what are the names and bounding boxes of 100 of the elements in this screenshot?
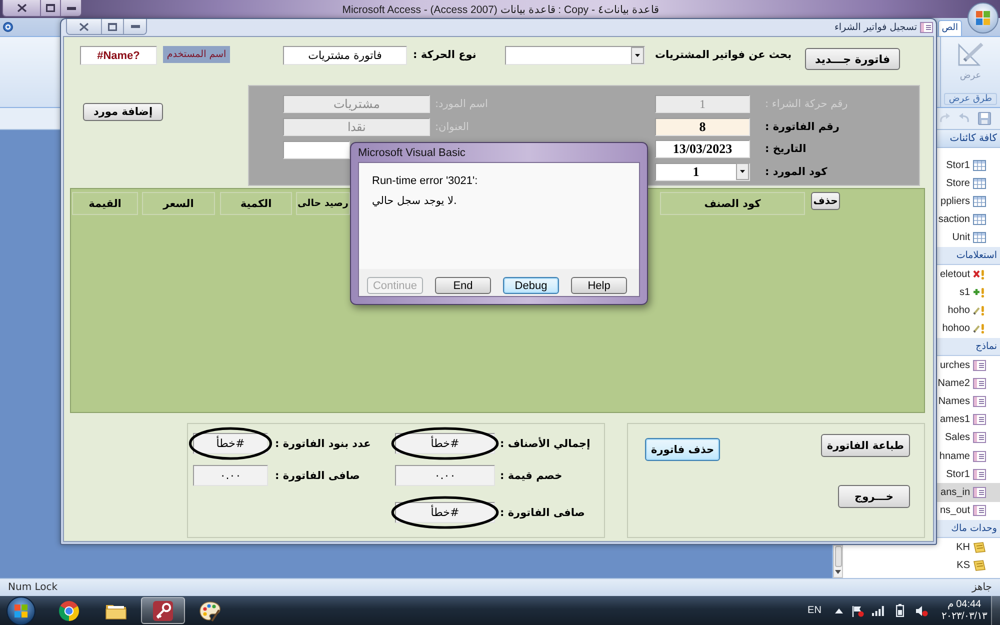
field-label: بحث عن فواتير المشتريات — [655, 48, 792, 63]
transaction-type-field[interactable]: فاتورة مشتريات — [283, 46, 407, 65]
column-header: السعر — [142, 192, 215, 215]
close-button[interactable] — [3, 0, 41, 16]
close-icon — [79, 22, 89, 30]
close-button[interactable] — [67, 19, 102, 34]
scrollbar[interactable] — [833, 545, 843, 578]
nav-item[interactable]: ames1 — [937, 410, 1000, 429]
taskbar-app[interactable] — [141, 597, 185, 624]
window-title: Microsoft Access - (Access 2007) قاعدة بيانات : Copy - قاعدة بيانات٤ — [342, 2, 659, 16]
nav-item[interactable]: Stor1 — [937, 156, 1000, 174]
battery-icon[interactable] — [896, 604, 904, 617]
table-icon — [973, 196, 986, 207]
table-icon — [973, 178, 986, 189]
flag-icon[interactable] — [852, 604, 864, 616]
form-icon — [973, 432, 986, 444]
dialog-button[interactable]: End — [435, 277, 491, 294]
restore-icon — [108, 22, 117, 30]
nav-item[interactable]: KS — [937, 556, 1000, 574]
signal-icon[interactable] — [872, 606, 884, 616]
form-action-button[interactable]: طباعة الفاتورة — [820, 434, 910, 457]
caret-icon[interactable] — [736, 163, 749, 180]
nav-item[interactable]: hoho — [937, 302, 1000, 320]
field-label: رقم الفاتورة : — [765, 120, 840, 135]
delete-row-button[interactable]: حذف — [811, 192, 840, 210]
status-text: Num Lock — [8, 582, 58, 593]
ruler-pencil-icon — [956, 41, 986, 67]
column-header: الكمية — [220, 192, 292, 215]
add-supplier-button[interactable]: إضافة مورد — [83, 103, 163, 121]
text-field[interactable]: 13/03/2023 — [655, 140, 750, 158]
text-field[interactable]: ٠.٠٠ — [395, 465, 495, 486]
status-text: جاهز — [972, 582, 992, 593]
chevron-up-icon[interactable] — [835, 608, 844, 614]
speaker-icon[interactable] — [915, 604, 928, 616]
help-icon[interactable] — [3, 22, 13, 32]
nav-item[interactable]: saction — [937, 210, 1000, 229]
restore-icon — [46, 4, 55, 12]
user-name-field[interactable]: #Name? — [80, 46, 157, 65]
field-label: نوع الحركة : — [413, 48, 478, 63]
field-label: عدد بنود الفاتورة : — [275, 438, 371, 450]
clock-date[interactable]: ٢٠٢٣/٠٣/١٣ — [941, 610, 987, 622]
restore-button[interactable] — [102, 19, 124, 34]
cross-exclamation-icon — [973, 268, 986, 280]
start-icon[interactable] — [6, 596, 36, 625]
table-icon — [973, 160, 986, 171]
pane-header[interactable]: كافة كائنات — [937, 130, 1000, 148]
field-label: كود المورد : — [765, 164, 828, 180]
field-label: التاريخ : — [765, 142, 806, 157]
menu-orb-icon[interactable] — [967, 2, 999, 34]
dialog-button[interactable]: Debug — [503, 277, 559, 294]
caret-icon[interactable] — [631, 47, 644, 64]
dialog-button[interactable]: Help — [571, 277, 627, 294]
save-icon[interactable] — [978, 112, 991, 125]
form-icon — [973, 468, 986, 480]
column-header: كود الصنف — [660, 192, 805, 215]
language-indicator[interactable]: EN — [808, 605, 822, 616]
nav-item[interactable]: Names — [937, 392, 1000, 411]
nav-item[interactable]: ppliers — [937, 192, 1000, 211]
column-header: القيمة — [72, 192, 138, 215]
note-icon — [973, 542, 986, 553]
palette-icon — [199, 600, 221, 622]
group-header[interactable]: استعلامات — [937, 246, 1000, 266]
text-field[interactable]: 8 — [655, 118, 750, 136]
nav-item[interactable]: ans_in — [937, 483, 1000, 502]
table-icon — [973, 232, 986, 244]
combo-box[interactable]: 1 — [655, 162, 750, 180]
new-invoice-button[interactable]: فاتورة جـــديد — [805, 48, 900, 70]
form-icon — [973, 505, 986, 516]
nav-item[interactable]: Stor1 — [937, 465, 1000, 484]
nav-item[interactable]: hname — [937, 447, 1000, 466]
group-label: طرق عرض — [944, 93, 998, 105]
form-action-button[interactable]: خـــروج — [838, 485, 910, 508]
minimize-button[interactable] — [124, 19, 146, 34]
nav-item[interactable]: eletout — [937, 265, 1000, 284]
scroll-down-icon[interactable] — [834, 569, 842, 575]
text-field[interactable] — [283, 141, 350, 159]
nav-item[interactable]: Sales — [937, 428, 1000, 447]
text-field[interactable]: ٠.٠٠ — [193, 465, 268, 486]
restore-button[interactable] — [41, 0, 61, 16]
browser-icon — [58, 600, 80, 622]
nav-item[interactable]: Name2 — [937, 374, 1000, 392]
dialog-title: Microsoft Visual Basic — [358, 146, 466, 158]
nav-item[interactable]: KH — [937, 538, 1000, 556]
nav-item[interactable]: s1 — [937, 283, 1000, 302]
nav-item[interactable]: urches — [937, 356, 1000, 374]
clock-time[interactable]: 04:44 م — [947, 598, 982, 610]
minimize-button[interactable] — [61, 0, 81, 16]
delete-invoice-button[interactable]: حذف فاتورة — [645, 438, 720, 461]
nav-item[interactable]: Unit — [937, 228, 1000, 247]
text-field[interactable]: #خطأ — [395, 433, 495, 454]
group-header[interactable]: وحدات ماك — [937, 520, 1000, 538]
group-header[interactable]: نماذج — [937, 338, 1000, 356]
form-icon — [973, 414, 986, 426]
ribbon-tab[interactable]: الص — [938, 20, 962, 36]
nav-item[interactable]: Store — [937, 174, 1000, 192]
nav-item[interactable]: ns_out — [937, 502, 1000, 520]
text-field[interactable]: #خطأ — [395, 502, 495, 523]
nav-item[interactable]: hohoo — [937, 320, 1000, 338]
text-field[interactable]: #خطأ — [193, 433, 268, 454]
show-desktop-button[interactable] — [991, 596, 1000, 625]
